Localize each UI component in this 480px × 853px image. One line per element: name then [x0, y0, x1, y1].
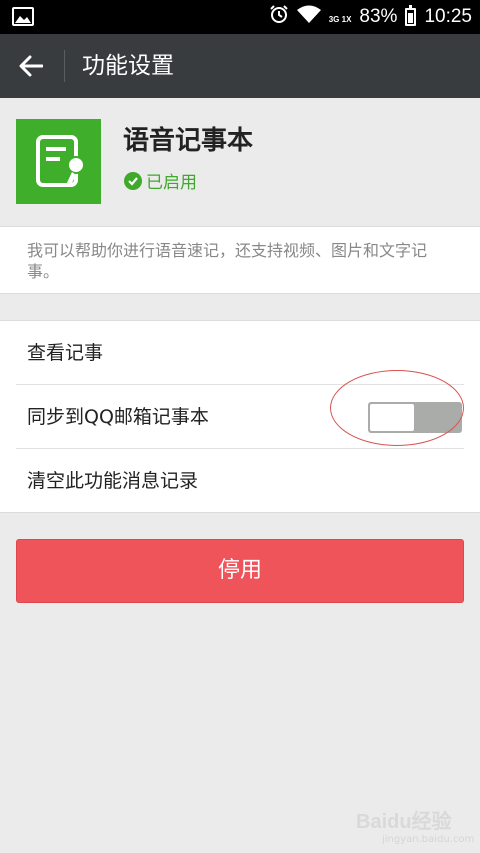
plugin-status: 已启用 — [124, 168, 197, 193]
back-button[interactable] — [12, 48, 50, 84]
view-notes-label: 查看记事 — [27, 342, 104, 364]
network-type: 3G 1X — [328, 15, 352, 24]
battery-icon — [405, 5, 417, 26]
voice-notepad-icon — [16, 119, 101, 204]
clock: 10:25 — [424, 6, 472, 27]
watermark: Baidu经验 — [356, 811, 452, 833]
sync-qq-mail-label: 同步到QQ邮箱记事本 — [27, 406, 209, 428]
clear-history-label: 清空此功能消息记录 — [27, 470, 199, 492]
check-icon — [124, 171, 142, 190]
disable-button[interactable]: 停用 — [16, 539, 464, 603]
title-bar: 功能设置 — [0, 34, 480, 98]
clear-history-item[interactable]: 清空此功能消息记录 — [0, 449, 480, 513]
alarm-icon — [269, 4, 289, 30]
annotation-ellipse — [330, 370, 464, 446]
watermark-url: jingyan.baidu.com — [382, 834, 475, 845]
plugin-card: 语音记事本 已启用 — [0, 98, 480, 226]
status-label: 已启用 — [146, 173, 197, 193]
description-text: 我可以帮助你进行语音速记，还支持视频、图片和文字记事。 — [27, 241, 428, 281]
gallery-notification-icon — [12, 7, 34, 26]
title-divider — [64, 50, 65, 82]
arrow-left-icon — [19, 55, 43, 77]
wifi-icon — [296, 5, 321, 29]
status-indicators: 3G 1X 83% 10:25 — [269, 0, 472, 34]
plugin-name: 语音记事本 — [123, 126, 254, 156]
signal-icon: 3G 1X — [329, 6, 352, 28]
battery-percent: 83% — [359, 6, 398, 27]
status-bar: 3G 1X 83% 10:25 — [0, 0, 480, 34]
plugin-description: 我可以帮助你进行语音速记，还支持视频、图片和文字记事。 — [0, 226, 480, 294]
page-title: 功能设置 — [82, 53, 174, 79]
